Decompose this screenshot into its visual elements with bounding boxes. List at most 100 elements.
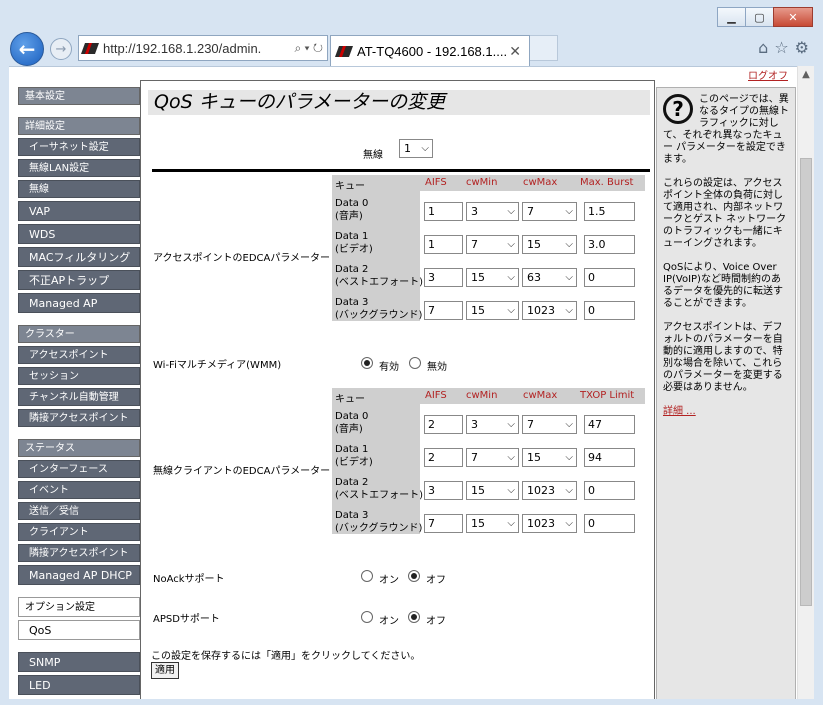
- wmm-label: Wi-Fiマルチメディア(WMM): [153, 360, 282, 371]
- sidebar-item[interactable]: インターフェース: [18, 460, 140, 478]
- sidebar-section-header[interactable]: ステータス: [18, 439, 140, 457]
- txop-limit-input[interactable]: 0: [584, 481, 635, 500]
- apsd-on-radio[interactable]: [361, 611, 373, 623]
- table-header-cell: cwMin: [466, 390, 498, 401]
- apsd-label: APSDサポート: [153, 614, 220, 625]
- cwmax-select[interactable]: 7 ⌵: [522, 415, 577, 434]
- radio-select[interactable]: 1 ⌵: [399, 139, 433, 158]
- cwmax-select[interactable]: 7 ⌵: [522, 202, 577, 221]
- sidebar-item[interactable]: Managed AP DHCP: [18, 565, 140, 585]
- sidebar-item[interactable]: 無線: [18, 180, 140, 198]
- cwmin-select[interactable]: 3 ⌵: [466, 415, 519, 434]
- chevron-down-icon: ⌵: [507, 419, 515, 430]
- txop-limit-input[interactable]: 0: [584, 514, 635, 533]
- tab-close-icon[interactable]: ✕: [509, 43, 521, 60]
- aifs-input[interactable]: 7: [424, 514, 463, 533]
- chevron-down-icon: ⌵: [565, 239, 573, 250]
- max-burst-input[interactable]: 0: [584, 301, 635, 320]
- sidebar-item[interactable]: イベント: [18, 481, 140, 499]
- sidebar-item[interactable]: クライアント: [18, 523, 140, 541]
- sidebar-item[interactable]: WDS: [18, 224, 140, 244]
- sidebar-section-header[interactable]: 詳細設定: [18, 117, 140, 135]
- txop-limit-input[interactable]: 47: [584, 415, 635, 434]
- cwmin-select[interactable]: 15 ⌵: [466, 514, 519, 533]
- back-button[interactable]: ←: [10, 32, 44, 66]
- cwmax-select[interactable]: 1023 ⌵: [522, 514, 577, 533]
- aifs-input[interactable]: 2: [424, 415, 463, 434]
- address-tools-icon[interactable]: ⌕ ▾ ↻: [290, 41, 327, 56]
- scroll-up-icon[interactable]: ▲: [798, 66, 814, 83]
- aifs-input[interactable]: 2: [424, 448, 463, 467]
- sidebar-item[interactable]: 隣接アクセスポイント: [18, 544, 140, 562]
- sidebar-item[interactable]: オプション設定: [18, 597, 140, 617]
- sidebar-item[interactable]: 送信／受信: [18, 502, 140, 520]
- sidebar-section-header[interactable]: クラスター: [18, 325, 140, 343]
- aifs-input[interactable]: 7: [424, 301, 463, 320]
- cwmin-select[interactable]: 3 ⌵: [466, 202, 519, 221]
- apsd-off-radio[interactable]: [408, 611, 420, 623]
- noack-off-radio[interactable]: [408, 570, 420, 582]
- cwmin-select[interactable]: 15 ⌵: [466, 481, 519, 500]
- txop-limit-input[interactable]: 94: [584, 448, 635, 467]
- max-burst-input[interactable]: 3.0: [584, 235, 635, 254]
- back-arrow-icon: ←: [18, 37, 36, 61]
- aifs-input[interactable]: 1: [424, 202, 463, 221]
- cwmin-select[interactable]: 15 ⌵: [466, 268, 519, 287]
- settings-gear-icon[interactable]: ⚙: [795, 38, 809, 57]
- apply-button[interactable]: 適用: [151, 662, 179, 679]
- aifs-input[interactable]: 3: [424, 268, 463, 287]
- help-more-link[interactable]: 詳細 ...: [663, 406, 696, 417]
- minimize-button[interactable]: ▁: [717, 7, 745, 27]
- cwmax-select[interactable]: 15 ⌵: [522, 448, 577, 467]
- sidebar-item[interactable]: 無線LAN設定: [18, 159, 140, 177]
- sidebar-item[interactable]: LED: [18, 675, 140, 695]
- window-frame-bottom: [0, 699, 823, 705]
- cwmax-value: 1023: [527, 517, 555, 530]
- cwmax-select[interactable]: 1023 ⌵: [522, 481, 577, 500]
- sidebar-item[interactable]: MACフィルタリング: [18, 247, 140, 267]
- cwmin-select[interactable]: 15 ⌵: [466, 301, 519, 320]
- scrollbar-thumb[interactable]: [800, 158, 812, 606]
- sidebar-item[interactable]: QoS: [18, 620, 140, 640]
- maximize-button[interactable]: ▢: [745, 7, 773, 27]
- queue-type: (ベストエフォート): [335, 277, 424, 288]
- queue-name: Data 2: [335, 264, 369, 275]
- aifs-input[interactable]: 1: [424, 235, 463, 254]
- sidebar-item[interactable]: セッション: [18, 367, 140, 385]
- vertical-scrollbar[interactable]: ▲: [797, 66, 814, 699]
- browser-tab[interactable]: AT-TQ4600 - 192.168.1.... ✕: [330, 35, 530, 66]
- sidebar-item[interactable]: VAP: [18, 201, 140, 221]
- new-tab-button[interactable]: [530, 35, 558, 61]
- page-title: QoS キューのパラメーターの変更: [148, 90, 650, 115]
- forward-button[interactable]: →: [50, 38, 72, 60]
- save-hint: この設定を保存するには「適用」をクリックしてください。: [151, 651, 421, 662]
- home-icon[interactable]: ⌂: [758, 38, 768, 57]
- sidebar-item[interactable]: アクセスポイント: [18, 346, 140, 364]
- cwmin-select[interactable]: 7 ⌵: [466, 235, 519, 254]
- sidebar-item[interactable]: チャンネル自動管理: [18, 388, 140, 406]
- max-burst-input[interactable]: 1.5: [584, 202, 635, 221]
- cwmax-select[interactable]: 63 ⌵: [522, 268, 577, 287]
- max-burst-input[interactable]: 0: [584, 268, 635, 287]
- sidebar-item[interactable]: SNMP: [18, 652, 140, 672]
- cwmin-select[interactable]: 7 ⌵: [466, 448, 519, 467]
- close-window-button[interactable]: ✕: [773, 7, 813, 27]
- sidebar-item[interactable]: イーサネット設定: [18, 138, 140, 156]
- sidebar-item[interactable]: 不正APトラップ: [18, 270, 140, 290]
- sidebar-item[interactable]: Managed AP: [18, 293, 140, 313]
- favorites-star-icon[interactable]: ☆: [774, 38, 788, 57]
- sidebar-section-header[interactable]: 基本設定: [18, 87, 140, 105]
- logout-link[interactable]: ログオフ: [748, 67, 788, 82]
- sidebar-item[interactable]: 隣接アクセスポイント: [18, 409, 140, 427]
- address-bar[interactable]: http://192.168.1.230/admin. ⌕ ▾ ↻: [78, 35, 328, 61]
- chevron-down-icon: ⌵: [507, 272, 515, 283]
- wmm-disable-radio[interactable]: [409, 357, 421, 369]
- aifs-input[interactable]: 3: [424, 481, 463, 500]
- noack-on-radio[interactable]: [361, 570, 373, 582]
- cwmax-value: 15: [527, 451, 541, 464]
- cwmax-select[interactable]: 1023 ⌵: [522, 301, 577, 320]
- wmm-enable-radio[interactable]: [361, 357, 373, 369]
- queue-name: Data 3: [335, 510, 369, 521]
- cwmax-select[interactable]: 15 ⌵: [522, 235, 577, 254]
